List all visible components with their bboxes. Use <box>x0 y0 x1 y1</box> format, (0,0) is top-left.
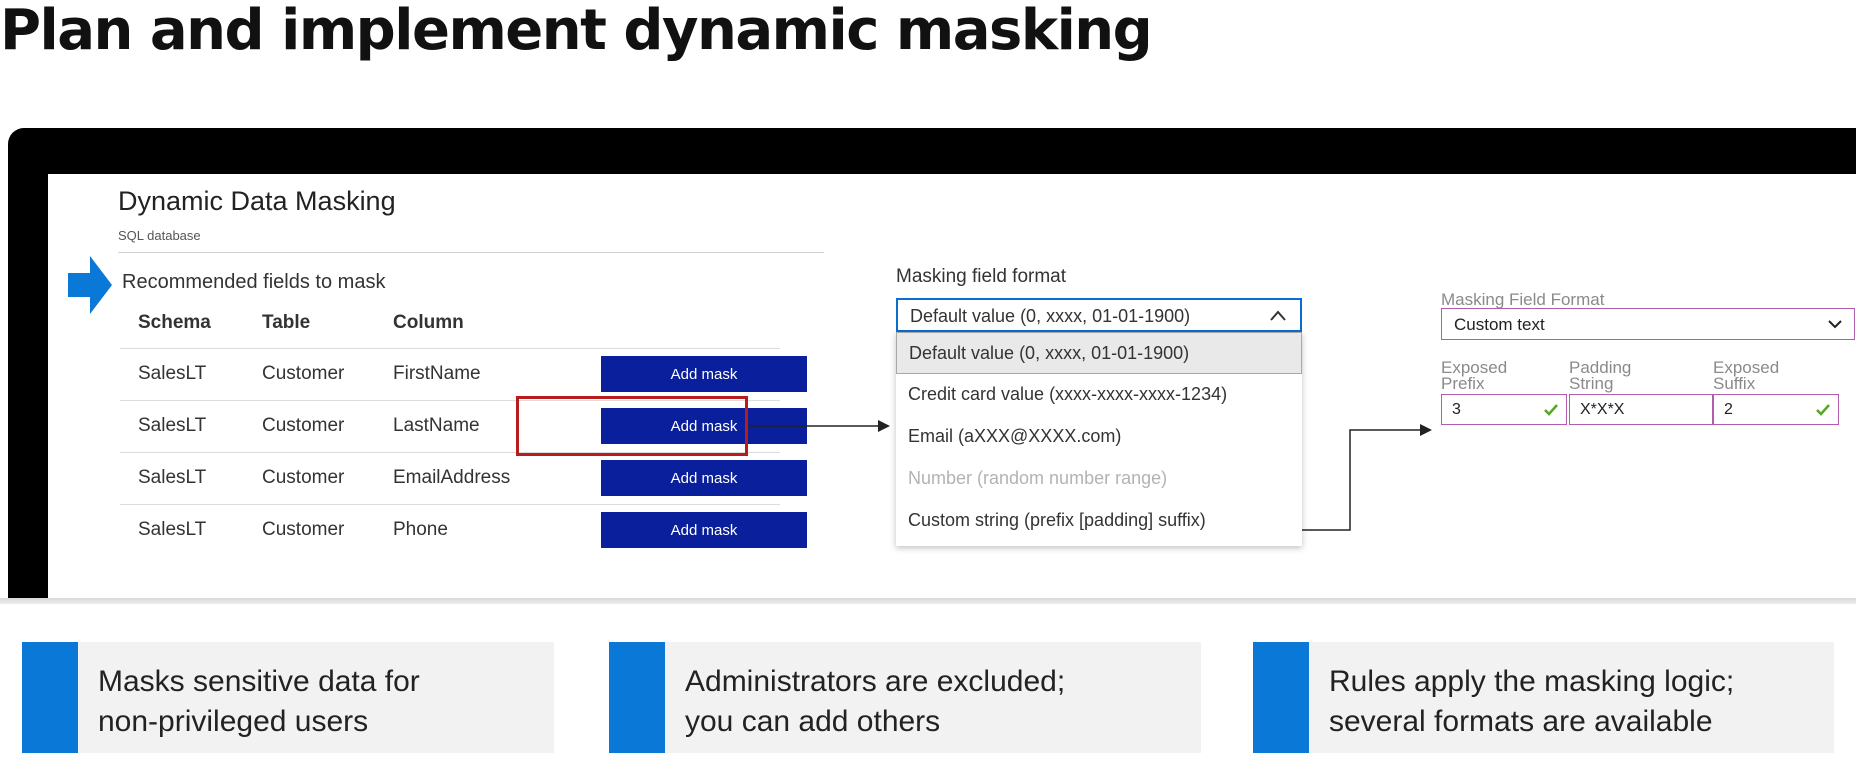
padding-string-label: Padding String <box>1569 358 1632 393</box>
format-option[interactable]: Custom string (prefix [padding] suffix) <box>896 500 1302 542</box>
masking-format-options: Default value (0, xxxx, 01-01-1900) Cred… <box>896 332 1302 546</box>
chevron-up-icon <box>1270 310 1286 321</box>
exposed-suffix-label: Exposed Suffix <box>1713 358 1780 393</box>
exposed-prefix-label: Exposed Prefix <box>1441 358 1508 393</box>
slide-title: Plan and implement dynamic masking <box>0 0 1153 63</box>
screen-base-shadow <box>0 598 1856 604</box>
format-option[interactable]: Credit card value (xxxx-xxxx-xxxx-1234) <box>896 374 1302 416</box>
chevron-down-icon <box>1828 320 1842 329</box>
card-text: Rules apply the masking logic; several f… <box>1329 665 1735 738</box>
card-accent-bar <box>22 642 78 753</box>
card-text: Masks sensitive data for non-privileged … <box>98 665 420 738</box>
format-option[interactable]: Email (aXXX@XXXX.com) <box>896 416 1302 458</box>
field-format-select[interactable]: Custom text <box>1441 308 1855 340</box>
exposed-prefix-input[interactable]: 3 <box>1441 394 1567 425</box>
format-option-disabled: Number (random number range) <box>908 468 1168 488</box>
portal-screen: Dynamic Data Masking SQL database Recomm… <box>48 174 1856 598</box>
card-text: Administrators are excluded; you can add… <box>685 665 1066 738</box>
checkmark-icon <box>1816 404 1830 416</box>
card-accent-bar <box>609 642 665 753</box>
padding-string-input[interactable]: X*X*X <box>1569 394 1713 425</box>
exposed-suffix-input[interactable]: 2 <box>1713 394 1839 425</box>
masking-format-label: Masking field format <box>896 266 1067 287</box>
format-option[interactable]: Default value (0, xxxx, 01-01-1900) <box>896 332 1302 374</box>
checkmark-icon <box>1544 404 1558 416</box>
field-format-label: Masking Field Format <box>1441 290 1605 309</box>
masking-format-select[interactable]: Default value (0, xxxx, 01-01-1900) <box>896 298 1302 332</box>
card-accent-bar <box>1253 642 1309 753</box>
field-format-value: Custom text <box>1454 315 1545 334</box>
masking-format-selected: Default value (0, xxxx, 01-01-1900) <box>910 306 1191 326</box>
info-card: Masks sensitive data for non-privileged … <box>22 642 554 753</box>
info-card: Rules apply the masking logic; several f… <box>1253 642 1834 753</box>
info-card: Administrators are excluded; you can add… <box>609 642 1201 753</box>
